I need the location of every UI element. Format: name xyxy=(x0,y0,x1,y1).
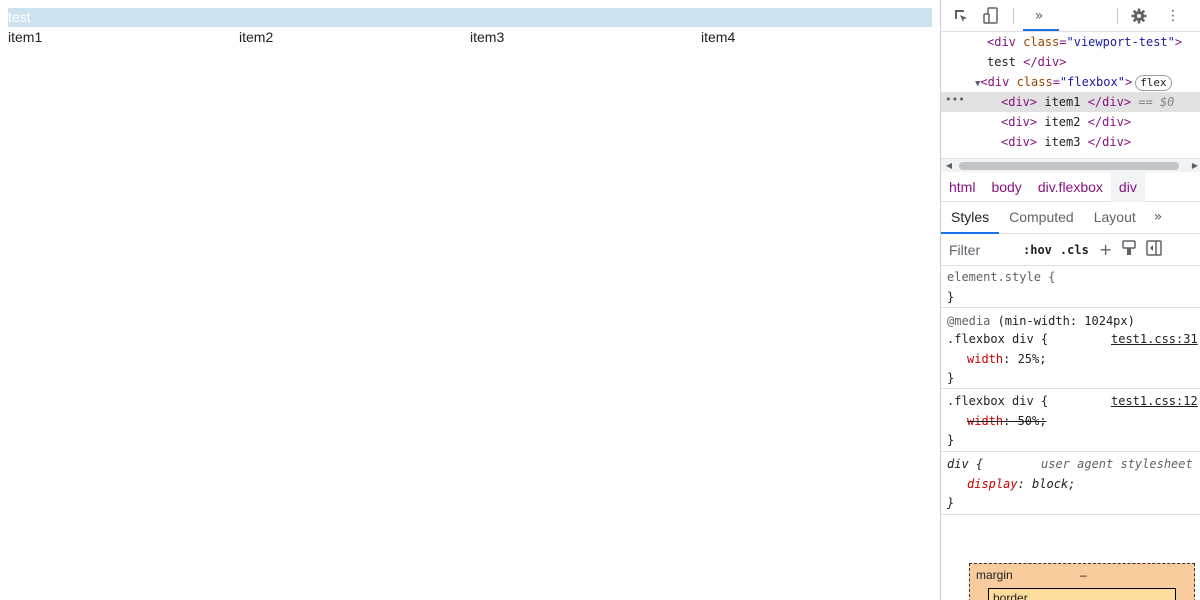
more-tabs-icon[interactable]: » xyxy=(1146,202,1171,233)
dom-tag: </div> xyxy=(1087,135,1132,149)
rule-close-brace: } xyxy=(947,371,955,385)
ellipsis-icon[interactable]: ••• xyxy=(945,90,965,110)
breadcrumb-div[interactable]: div xyxy=(1110,171,1145,202)
base-flexbox-rule[interactable]: .flexbox div { test1.css:12 width: 50%; … xyxy=(941,390,1200,452)
tab-layout[interactable]: Layout xyxy=(1084,202,1146,233)
styles-pane: element.style { } @media (min-width: 102… xyxy=(941,266,1200,516)
rule-close-brace: } xyxy=(947,290,955,304)
dom-horizontal-scrollbar[interactable]: ◀ ▶ xyxy=(941,158,1200,172)
dom-text: item3 xyxy=(1037,135,1088,149)
cls-toggle-button[interactable]: .cls xyxy=(1060,243,1089,257)
flex-item-1: item1 xyxy=(8,29,43,45)
styles-filter-input[interactable] xyxy=(945,236,1013,263)
hov-toggle-button[interactable]: :hov xyxy=(1023,243,1052,257)
rule-selector: .flexbox div { xyxy=(947,332,1049,346)
dom-text: item2 xyxy=(1037,115,1088,129)
page-viewport: test item1 item2 item3 item4 xyxy=(0,0,940,600)
breadcrumb-body[interactable]: body xyxy=(983,172,1029,202)
dom-node-item2[interactable]: <div> item2 </div> xyxy=(941,112,1200,132)
box-model-margin[interactable]: margin – border xyxy=(969,563,1195,600)
css-property-value: block; xyxy=(1032,477,1076,491)
dom-node-item1-selected[interactable]: ••• <div> item1 </div> == $0 xyxy=(941,92,1200,112)
flex-item-4: item4 xyxy=(701,29,736,45)
device-toggle-icon[interactable] xyxy=(981,6,1001,26)
border-label: border xyxy=(993,591,1028,600)
flex-item-3: item3 xyxy=(470,29,505,45)
tab-styles[interactable]: Styles xyxy=(941,202,1000,234)
active-tab-indicator xyxy=(1023,29,1059,31)
paint-brush-icon[interactable] xyxy=(1122,239,1136,260)
rule-selector: div { xyxy=(947,457,984,471)
dom-tag: <div> xyxy=(1001,95,1038,109)
dom-tag: </div> xyxy=(1087,95,1132,109)
dom-tag: <div> xyxy=(1001,135,1038,149)
css-property-name-overridden[interactable]: width xyxy=(967,414,1003,428)
sidebar-tabs: Styles Computed Layout » xyxy=(941,202,1200,234)
add-rule-icon[interactable]: + xyxy=(1099,240,1112,259)
margin-label: margin xyxy=(976,568,1013,582)
source-link[interactable]: test1.css:12 xyxy=(1111,391,1198,411)
source-link[interactable]: test1.css:31 xyxy=(1111,329,1198,349)
dom-node-flexbox[interactable]: ▼<div class="flexbox"> flex xyxy=(941,72,1200,92)
dom-text: item1 xyxy=(1037,95,1088,109)
scroll-right-icon[interactable]: ▶ xyxy=(1189,159,1200,172)
user-agent-source: user agent stylesheet xyxy=(1041,457,1193,471)
scrollbar-thumb[interactable] xyxy=(959,162,1179,170)
rule-close-brace: } xyxy=(947,496,955,510)
css-property-name: display xyxy=(967,477,1018,491)
dom-tag: </div> xyxy=(1023,55,1067,69)
toolbar-separator xyxy=(1013,8,1014,24)
tab-computed[interactable]: Computed xyxy=(999,202,1084,233)
viewport-test-block: test xyxy=(8,8,932,27)
dom-tag: <div xyxy=(980,75,1010,89)
dom-tag: </div> xyxy=(1087,115,1132,129)
devtools-panel: » ⋮ <div class="viewport-test"> test </d… xyxy=(940,0,1200,600)
margin-value[interactable]: – xyxy=(1080,568,1087,582)
dom-tree: <div class="viewport-test"> test </div> … xyxy=(941,32,1200,158)
kebab-menu-icon[interactable]: ⋮ xyxy=(1163,6,1183,26)
settings-icon[interactable] xyxy=(1129,6,1149,26)
flexbox-container: item1 item2 item3 item4 xyxy=(8,27,932,47)
toggle-sidebar-icon[interactable] xyxy=(1146,239,1162,260)
dom-tag: <div xyxy=(987,35,1016,49)
breadcrumb-div-flexbox[interactable]: div.flexbox xyxy=(1030,172,1111,202)
more-panels-icon[interactable]: » xyxy=(1029,6,1049,26)
dom-attr-value: "flexbox" xyxy=(1059,75,1125,89)
media-keyword: @media xyxy=(947,314,991,328)
dom-selected-marker: == $0 xyxy=(1131,95,1175,109)
styles-filter-bar: :hov .cls + xyxy=(941,234,1200,266)
rule-selector: .flexbox div { xyxy=(947,394,1049,408)
scroll-left-icon[interactable]: ◀ xyxy=(943,159,955,172)
flex-item-2: item2 xyxy=(239,29,274,45)
breadcrumb: html body div.flexbox div xyxy=(941,171,1200,202)
dom-node-viewport-test[interactable]: <div class="viewport-test"> xyxy=(941,32,1200,52)
css-property-value-overridden[interactable]: 50%; xyxy=(1018,414,1047,428)
element-style-rule[interactable]: element.style { } xyxy=(941,266,1200,308)
dom-attr-name: class xyxy=(1016,75,1053,89)
user-agent-rule[interactable]: div { user agent stylesheet display: blo… xyxy=(941,453,1200,515)
breadcrumb-html[interactable]: html xyxy=(941,172,983,202)
dom-attr-value: "viewport-test" xyxy=(1066,35,1175,49)
element-style-selector: element.style { xyxy=(947,270,1056,284)
dom-text: test xyxy=(987,55,1024,69)
rule-close-brace: } xyxy=(947,433,955,447)
dom-tag: <div> xyxy=(1001,115,1038,129)
inspect-icon[interactable] xyxy=(951,6,971,26)
media-query: (min-width: 1024px) xyxy=(990,314,1135,328)
dom-node-item3[interactable]: <div> item3 </div> xyxy=(941,132,1200,152)
dom-node-text-test[interactable]: test </div> xyxy=(941,52,1200,72)
dom-attr-name: class xyxy=(1023,35,1060,49)
devtools-toolbar: » ⋮ xyxy=(941,0,1200,32)
toolbar-separator xyxy=(1117,8,1118,24)
dom-tag: > xyxy=(1174,35,1183,49)
flex-badge[interactable]: flex xyxy=(1135,75,1172,91)
media-rule[interactable]: @media (min-width: 1024px) .flexbox div … xyxy=(941,309,1200,389)
css-property-name[interactable]: width xyxy=(967,352,1003,366)
dom-tag: > xyxy=(1124,75,1133,89)
box-model-border[interactable]: border xyxy=(988,588,1176,600)
css-property-value[interactable]: 25%; xyxy=(1018,352,1047,366)
